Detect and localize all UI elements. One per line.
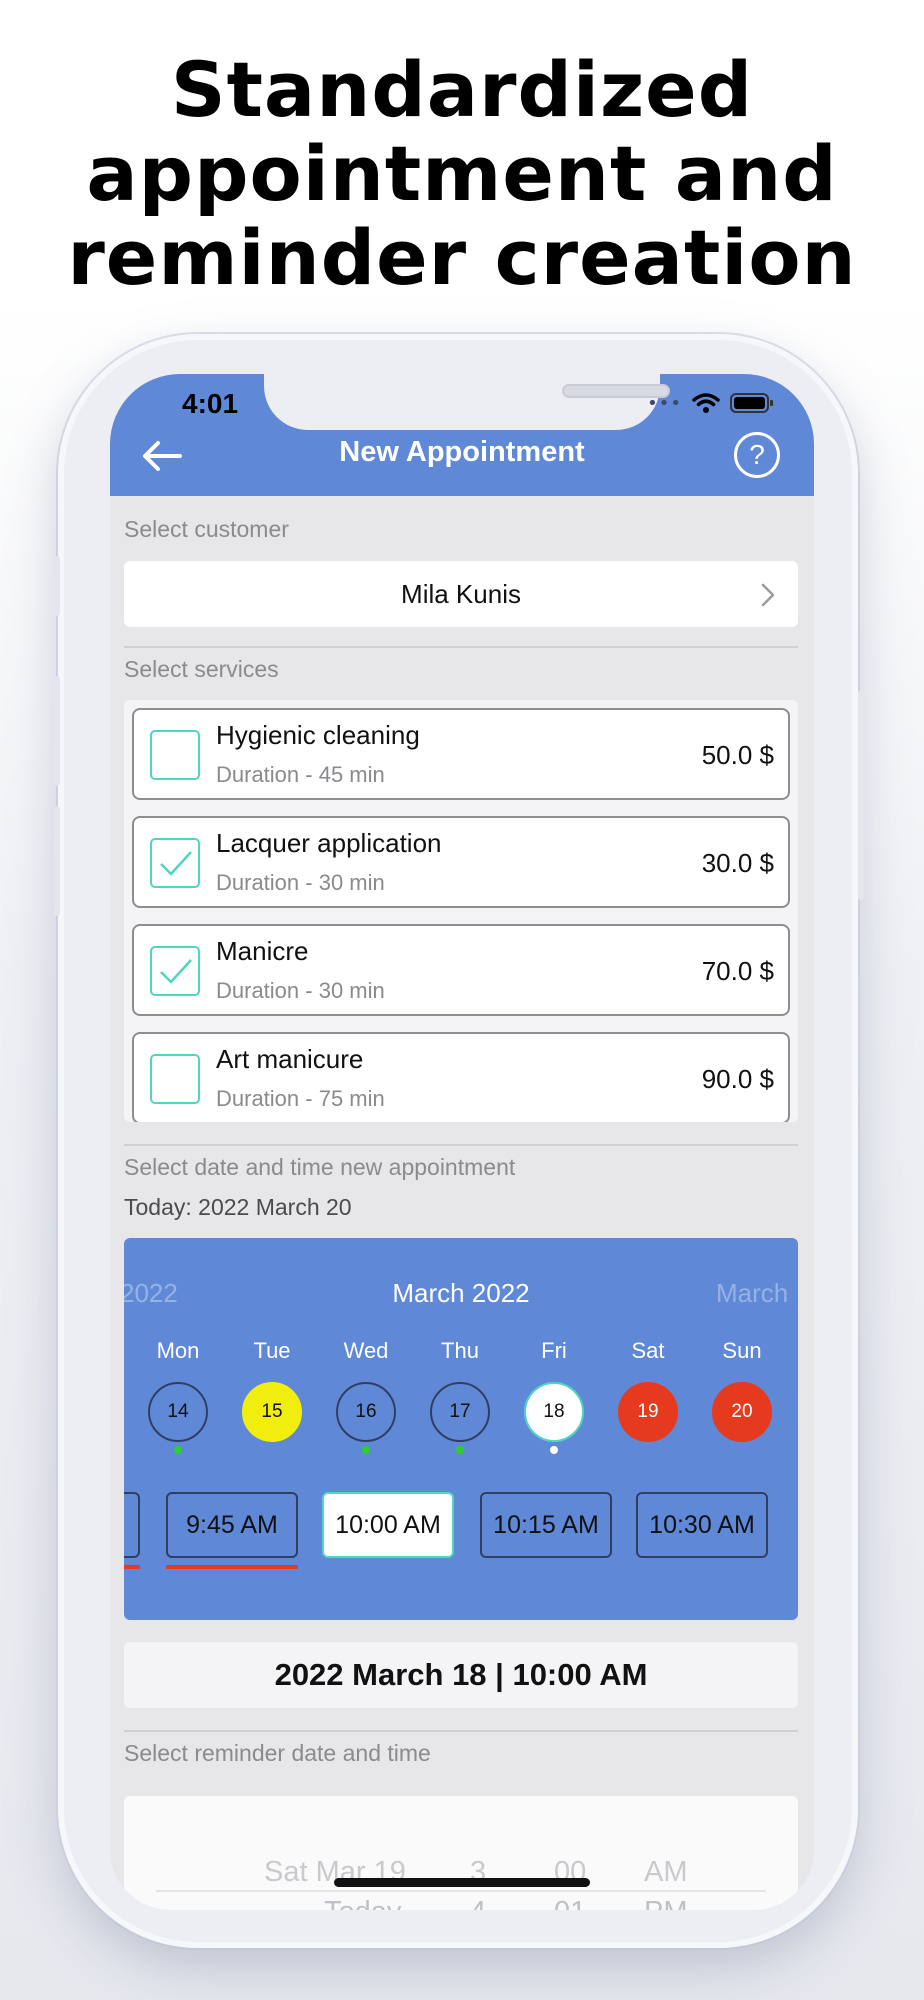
day-indicator-dot — [550, 1446, 558, 1454]
selected-datetime-summary: 2022 March 18 | 10:00 AM — [124, 1642, 798, 1708]
picker-ampm[interactable]: PM — [644, 1896, 688, 1910]
day-indicator-dot — [362, 1446, 370, 1454]
service-checkbox[interactable] — [150, 838, 200, 888]
divider — [124, 1144, 798, 1146]
service-name: Art manicure — [216, 1044, 364, 1074]
headline: Standardized appointment and reminder cr… — [0, 48, 924, 300]
day-cell[interactable]: 19 — [618, 1382, 678, 1442]
time-slot[interactable] — [124, 1492, 140, 1558]
home-indicator[interactable] — [334, 1878, 590, 1887]
service-name: Lacquer application — [216, 828, 442, 858]
customer-selector[interactable]: Mila Kunis — [124, 561, 798, 627]
checkmark-icon — [160, 959, 192, 984]
customer-section-label: Select customer — [124, 516, 289, 542]
wifi-icon — [692, 392, 720, 414]
day-indicator-dot — [174, 1446, 182, 1454]
picker-date[interactable]: Today — [324, 1896, 401, 1910]
service-name: Hygienic cleaning — [216, 720, 420, 750]
headline-line-1: Standardized — [170, 45, 754, 134]
slot-booked-underline — [166, 1565, 298, 1569]
divider — [124, 1730, 798, 1732]
phone-side-button — [54, 556, 60, 616]
service-checkbox[interactable] — [150, 730, 200, 780]
slot-booked-underline — [124, 1565, 140, 1569]
weekday-label: Thu — [441, 1338, 479, 1363]
notch — [264, 374, 670, 430]
today-label: Today: 2022 March 20 — [124, 1194, 352, 1220]
weekday-label: Wed — [343, 1338, 389, 1363]
day-cell[interactable]: 16 — [336, 1382, 396, 1442]
phone-volume-up — [54, 676, 60, 786]
service-item[interactable]: Manicre Duration - 30 min 70.0 $ — [132, 924, 790, 1016]
status-time: 4:01 — [182, 388, 239, 419]
service-duration: Duration - 30 min — [216, 870, 385, 895]
time-slot[interactable]: 9:45 AM — [166, 1492, 298, 1558]
service-item[interactable]: Art manicure Duration - 75 min 90.0 $ — [132, 1032, 790, 1122]
status-icons: ••• — [647, 392, 774, 414]
day-cell[interactable]: 20 — [712, 1382, 772, 1442]
services-list: Hygienic cleaning Duration - 45 min 50.0… — [124, 700, 798, 1122]
weekday-label: Fri — [541, 1338, 567, 1363]
divider — [124, 646, 798, 648]
service-item[interactable]: Lacquer application Duration - 30 min 30… — [132, 816, 790, 908]
service-duration: Duration - 75 min — [216, 1086, 385, 1111]
customer-name: Mila Kunis — [401, 578, 521, 609]
service-item[interactable]: Hygienic cleaning Duration - 45 min 50.0… — [132, 708, 790, 800]
time-slot[interactable]: 10:30 AM — [636, 1492, 768, 1558]
help-icon[interactable]: ? — [734, 432, 780, 478]
weekday-label: Sat — [631, 1338, 665, 1363]
reminder-picker[interactable]: Sat Mar 19 3 00 AM Today 4 01 PM — [124, 1796, 798, 1910]
app-screen: 4:01 ••• New Appointment ? Select custom… — [110, 374, 814, 1910]
services-section-label: Select services — [124, 656, 279, 682]
phone-power-button — [858, 690, 864, 900]
picker-ampm[interactable]: AM — [644, 1856, 688, 1889]
calendar: 2022 March 2022 March Mon Tue Wed Thu Fr… — [124, 1238, 798, 1620]
service-duration: Duration - 30 min — [216, 978, 385, 1003]
day-cell[interactable]: 14 — [148, 1382, 208, 1442]
battery-icon — [730, 392, 774, 414]
picker-minute[interactable]: 01 — [554, 1896, 586, 1910]
weekday-label: Mon — [156, 1338, 200, 1363]
page-title: New Appointment — [339, 436, 585, 468]
day-cell-selected[interactable]: 18 — [524, 1382, 584, 1442]
datetime-section-label: Select date and time new appointment — [124, 1154, 516, 1180]
picker-hour[interactable]: 4 — [470, 1896, 486, 1910]
day-cell[interactable]: 15 — [242, 1382, 302, 1442]
service-price: 30.0 $ — [701, 848, 774, 878]
current-month-label: March 2022 — [392, 1278, 530, 1308]
chevron-right-icon — [761, 583, 775, 607]
checkmark-icon — [160, 851, 192, 876]
service-price: 70.0 $ — [701, 956, 774, 986]
headline-line-3: reminder creation — [67, 213, 857, 302]
phone-volume-down — [54, 806, 60, 916]
service-duration: Duration - 45 min — [216, 762, 385, 787]
next-month-label[interactable]: March — [716, 1278, 788, 1309]
service-checkbox[interactable] — [150, 946, 200, 996]
day-indicator-dot — [456, 1446, 464, 1454]
service-checkbox[interactable] — [150, 1054, 200, 1104]
picker-selection-line — [156, 1890, 766, 1892]
service-name: Manicre — [216, 936, 309, 966]
service-price: 90.0 $ — [701, 1064, 774, 1094]
time-slot-selected[interactable]: 10:00 AM — [322, 1492, 454, 1558]
signal-icon: ••• — [647, 392, 682, 414]
weekday-label: Tue — [253, 1338, 291, 1363]
day-cell[interactable]: 17 — [430, 1382, 490, 1442]
headline-line-2: appointment and — [86, 129, 838, 218]
reminder-section-label: Select reminder date and time — [124, 1740, 431, 1766]
weekday-label: Sun — [722, 1338, 762, 1363]
time-slot[interactable]: 10:15 AM — [480, 1492, 612, 1558]
service-price: 50.0 $ — [701, 740, 774, 770]
